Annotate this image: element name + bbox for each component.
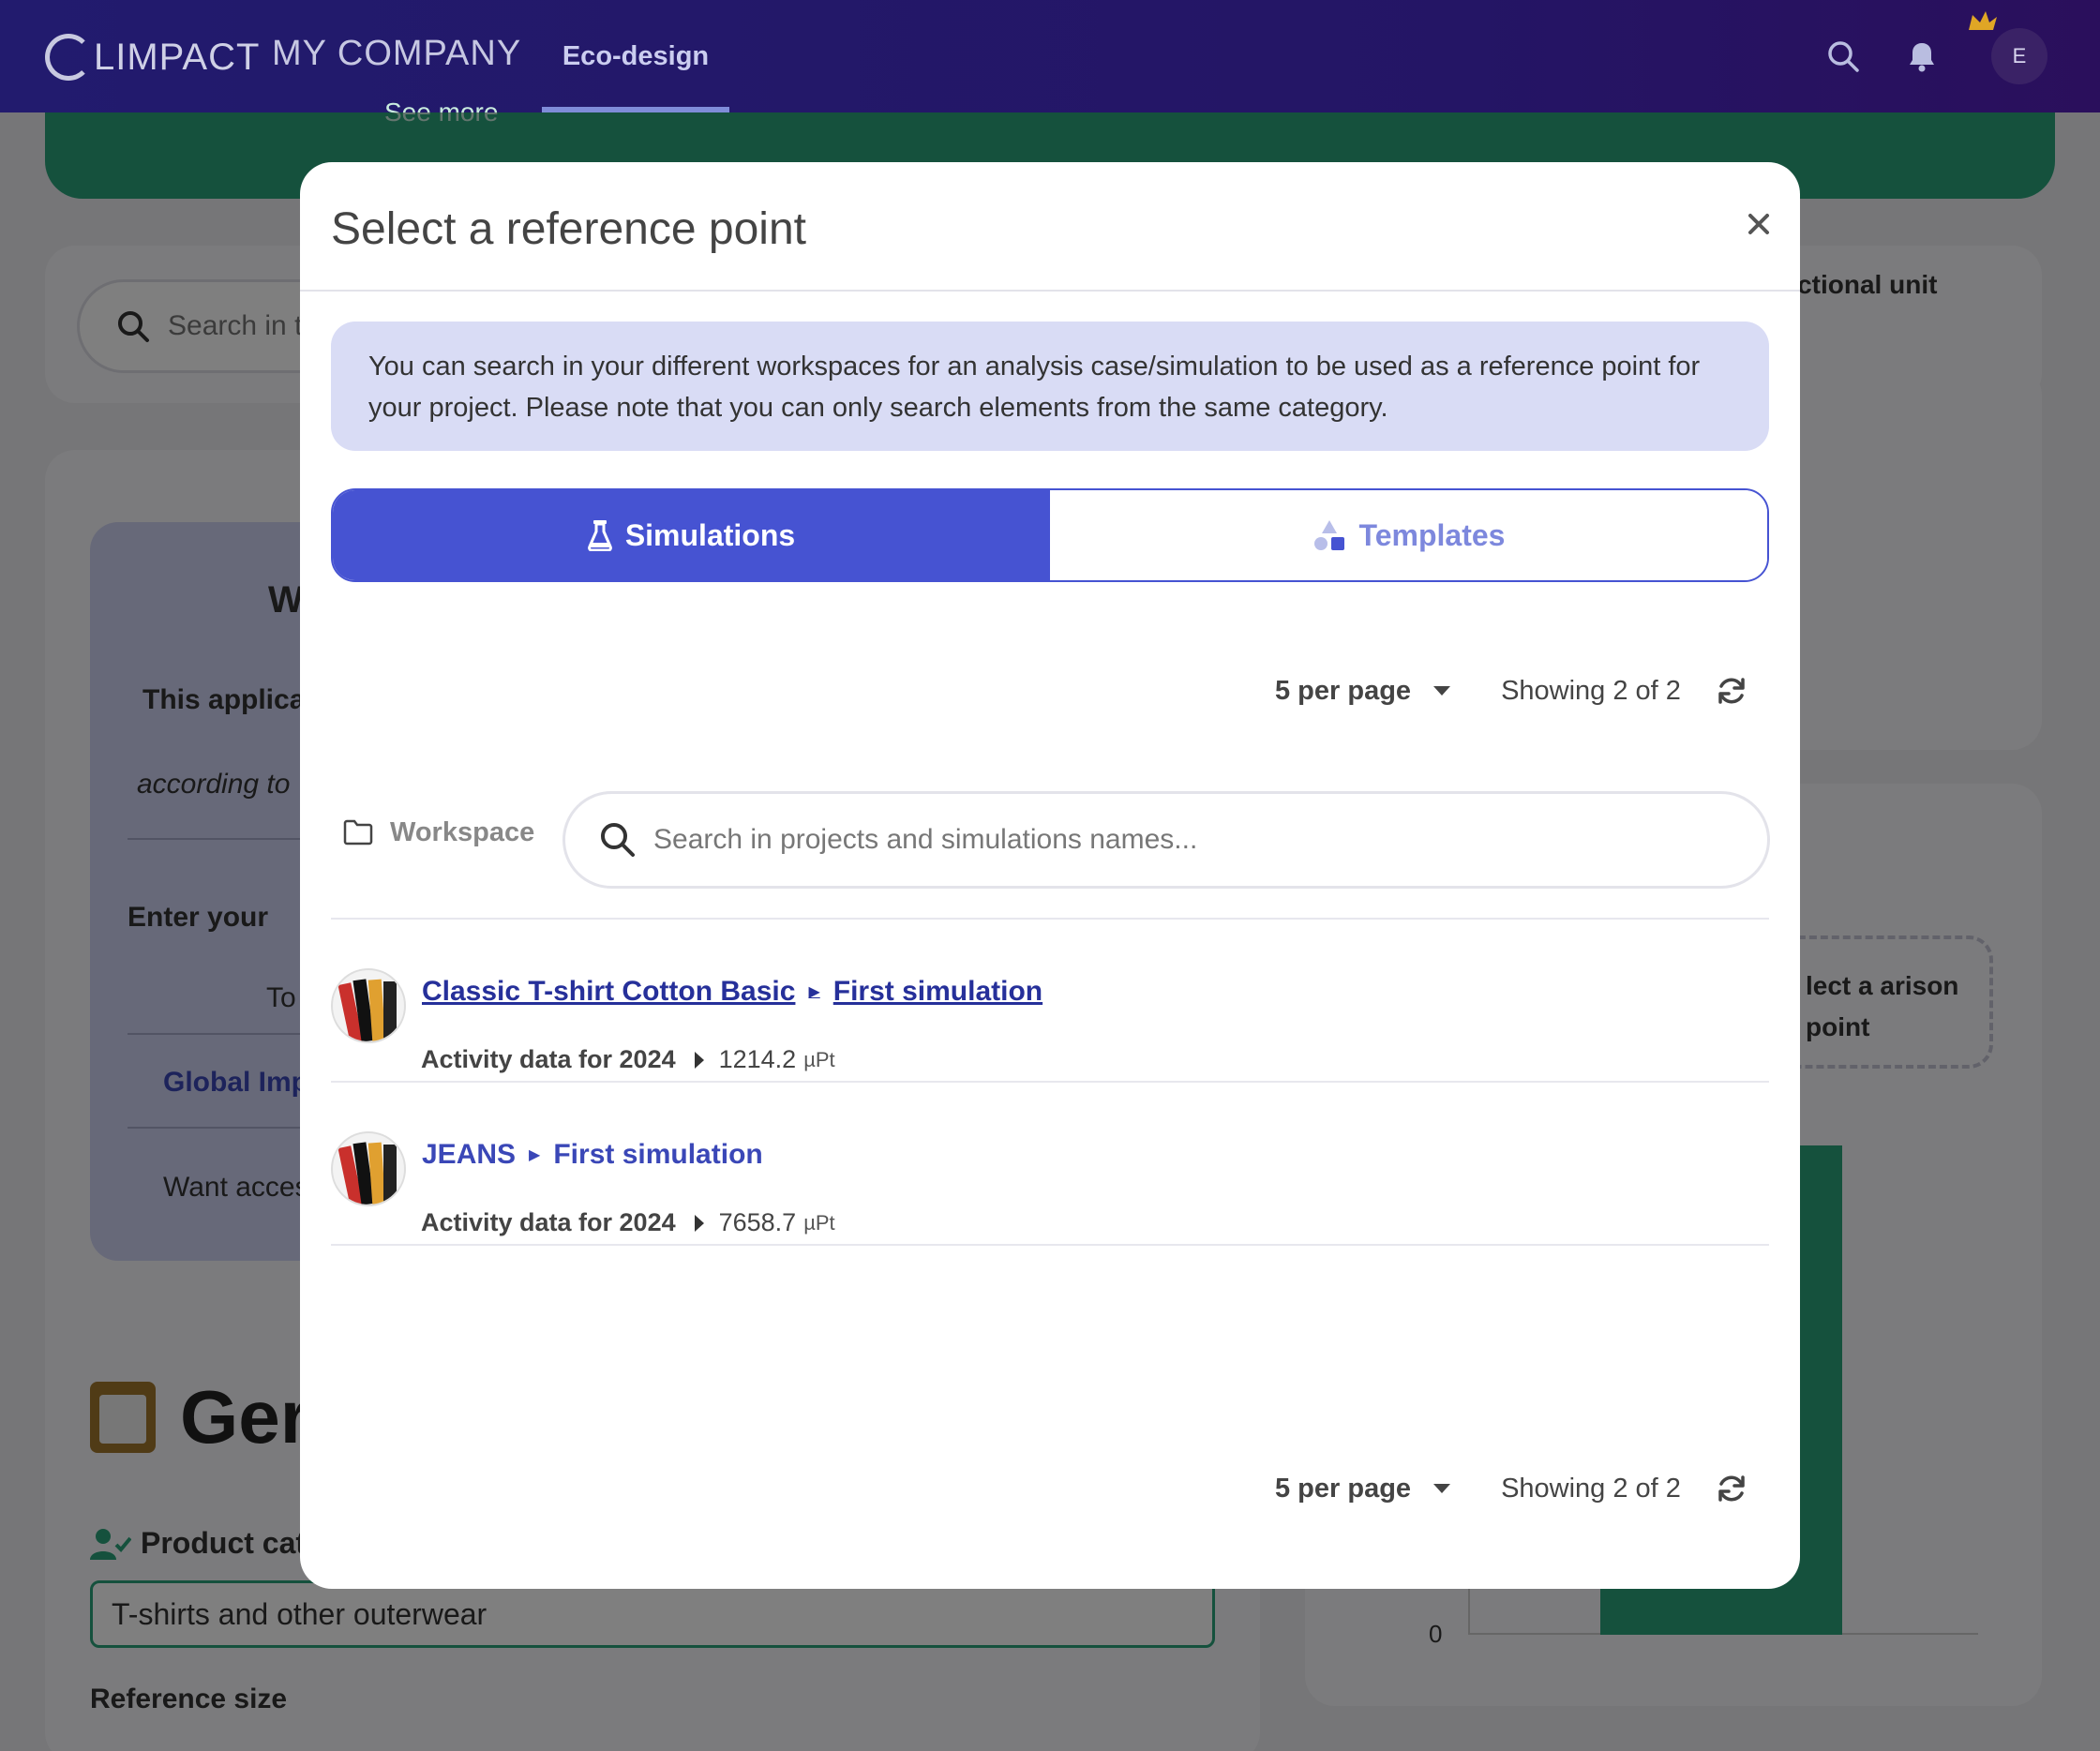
product-thumbnail (331, 968, 406, 1043)
pager-bottom: 5 per page Showing 2 of 2 (1275, 1465, 1772, 1512)
impact-value: 7658.7 (718, 1208, 797, 1236)
simulation-link[interactable]: Classic T-shirt Cotton Basic ▶ First sim… (422, 976, 1042, 1008)
impact-value: 1214.2 (718, 1045, 797, 1073)
simulation-name: First simulation (832, 976, 1043, 1007)
modal-header-divider (300, 290, 1800, 292)
tab-simulations[interactable]: Simulations (333, 490, 1050, 580)
list-divider (331, 1244, 1769, 1246)
simulation-name: First simulation (553, 1139, 763, 1170)
impact-unit: µPt (803, 1210, 835, 1235)
list-item[interactable]: JEANS ▶ First simulation Activity data f… (331, 1126, 1769, 1287)
triangle-right-icon: ▶ (529, 1147, 541, 1163)
refresh-icon[interactable] (1717, 1474, 1747, 1504)
caret-right-icon (694, 1214, 704, 1232)
workspace-filter[interactable]: Workspace (343, 809, 534, 856)
list-item[interactable]: Classic T-shirt Cotton Basic ▶ First sim… (331, 963, 1769, 1124)
triangle-right-icon: ▶ (808, 984, 820, 1000)
tshirt-stack-image (338, 1142, 397, 1205)
tab-templates-label: Templates (1358, 517, 1506, 552)
simulation-link[interactable]: JEANS ▶ First simulation (422, 1139, 763, 1171)
product-thumbnail (331, 1131, 406, 1206)
per-page-dropdown[interactable]: 5 per page (1275, 1473, 1451, 1504)
activity-data: Activity data for 2024 7658.7 µPt (421, 1208, 835, 1237)
project-name: Classic T-shirt Cotton Basic (422, 976, 796, 1007)
simulation-search-box (562, 791, 1770, 889)
caret-down-icon (1433, 1484, 1451, 1493)
close-button[interactable] (1738, 203, 1779, 245)
caret-right-icon (694, 1051, 704, 1069)
close-icon (1748, 214, 1769, 234)
flask-icon (587, 520, 612, 551)
user-avatar[interactable]: E (1991, 28, 2048, 84)
folder-icon (343, 819, 373, 846)
shapes-icon (1313, 520, 1344, 550)
per-page-dropdown[interactable]: 5 per page (1275, 675, 1451, 707)
company-name[interactable]: MY COMPANY (272, 34, 521, 74)
reference-point-modal: Select a reference point You can search … (300, 162, 1800, 1589)
impact-unit: µPt (803, 1047, 835, 1071)
project-name: JEANS (422, 1139, 517, 1170)
modal-title: Select a reference point (331, 204, 806, 254)
nav-tab-eco-design[interactable]: Eco-design (542, 0, 729, 112)
tab-simulations-label: Simulations (624, 517, 796, 552)
top-navigation-bar: LIMPACT MY COMPANY Eco-design E (0, 0, 2100, 112)
pager-top: 5 per page Showing 2 of 2 (1275, 667, 1772, 714)
list-divider (331, 918, 1769, 920)
bell-icon[interactable] (1905, 39, 1939, 73)
workspace-label: Workspace (390, 816, 535, 847)
crown-icon (1969, 11, 1997, 30)
caret-down-icon (1433, 686, 1451, 696)
showing-count: Showing 2 of 2 (1501, 675, 1681, 706)
source-tabs: Simulations Templates (331, 488, 1769, 582)
simulation-search-input[interactable] (653, 824, 1685, 856)
per-page-label: 5 per page (1275, 675, 1412, 706)
activity-label: Activity data for 2024 (421, 1208, 676, 1236)
refresh-icon[interactable] (1717, 676, 1747, 706)
tshirt-stack-image (338, 979, 397, 1041)
list-divider (331, 1081, 1769, 1083)
activity-data: Activity data for 2024 1214.2 µPt (421, 1045, 835, 1074)
search-icon[interactable] (1826, 39, 1860, 73)
app-logo[interactable]: LIMPACT (45, 32, 260, 82)
logo-text: LIMPACT (94, 36, 261, 78)
tab-templates[interactable]: Templates (1050, 490, 1767, 580)
search-icon (601, 823, 635, 857)
info-message: You can search in your different workspa… (331, 322, 1769, 451)
showing-count: Showing 2 of 2 (1501, 1473, 1681, 1504)
per-page-label: 5 per page (1275, 1473, 1412, 1504)
activity-label: Activity data for 2024 (421, 1045, 676, 1073)
logo-g-ring (45, 34, 92, 81)
